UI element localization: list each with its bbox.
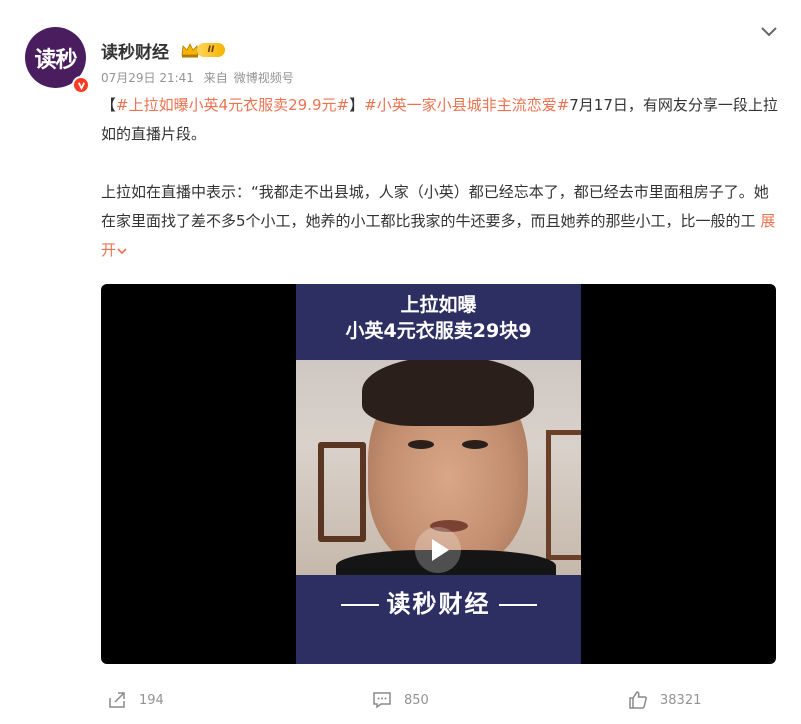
video-thumbnail <box>296 360 581 575</box>
post-paragraph-2: 上拉如在直播中表示：“我都走不出县城，人家（小英）都已经忘本了，都已经去市里面租… <box>101 178 781 265</box>
thumbs-up-icon <box>629 691 647 709</box>
comment-count: 850 <box>404 692 429 708</box>
comment-button[interactable]: 850 <box>372 690 429 710</box>
post-text: 【#上拉如曝小英4元衣服卖29.9元#】#小英一家小县城非主流恋爱#7月17日，… <box>101 91 781 265</box>
post-text-2: 上拉如在直播中表示：“我都走不出县城，人家（小英）都已经忘本了，都已经去市里面租… <box>101 183 769 230</box>
post-date[interactable]: 07月29日 21:41 <box>101 71 194 85</box>
like-button[interactable]: 38321 <box>628 690 701 710</box>
video-title-line-2: 小英4元衣服卖29块9 <box>345 320 532 342</box>
video-brand-watermark: 读秒财经 <box>296 584 581 619</box>
level-badge[interactable]: II <box>181 42 225 58</box>
share-count: 194 <box>139 692 164 708</box>
level-badge-label: II <box>197 43 225 57</box>
bracket-close: 】 <box>349 96 365 114</box>
video-player[interactable]: 上拉如曝 小英4元衣服卖29块9 读秒财经 <box>101 284 776 664</box>
play-icon <box>432 539 449 561</box>
topic-link-2[interactable]: #小英一家小县城非主流恋爱# <box>364 96 569 114</box>
like-count: 38321 <box>660 692 702 708</box>
post-source[interactable]: 微博视频号 <box>234 71 294 85</box>
verified-icon <box>72 76 90 94</box>
share-icon <box>109 692 125 708</box>
video-title-line-1: 上拉如曝 <box>400 294 477 316</box>
author-name[interactable]: 读秒财经 <box>101 38 169 63</box>
play-button[interactable] <box>415 527 461 573</box>
action-bar: 194 850 38321 <box>0 684 801 716</box>
expand-chevron-icon <box>117 247 127 254</box>
video-title: 上拉如曝 小英4元衣服卖29块9 <box>296 292 581 344</box>
post-paragraph-1: 【#上拉如曝小英4元衣服卖29.9元#】#小英一家小县城非主流恋爱#7月17日，… <box>101 91 781 149</box>
post-meta: 07月29日 21:41 来自 微博视频号 <box>101 69 300 86</box>
chevron-down-icon[interactable] <box>760 26 778 38</box>
avatar-text: 读秒 <box>34 47 77 73</box>
source-prefix: 来自 <box>203 71 228 85</box>
bracket-open: 【 <box>101 96 117 114</box>
video-brand: 读秒财经 <box>386 590 491 618</box>
weibo-post-card: 读秒 读秒财经 II 07月29日 21:41 来自 微博视频号 【#上拉如曝小英… <box>0 0 801 724</box>
share-button[interactable]: 194 <box>107 690 164 710</box>
comment-icon <box>373 692 391 709</box>
topic-link-1[interactable]: #上拉如曝小英4元衣服卖29.9元# <box>116 96 349 114</box>
video-frame: 上拉如曝 小英4元衣服卖29块9 读秒财经 <box>296 284 581 664</box>
